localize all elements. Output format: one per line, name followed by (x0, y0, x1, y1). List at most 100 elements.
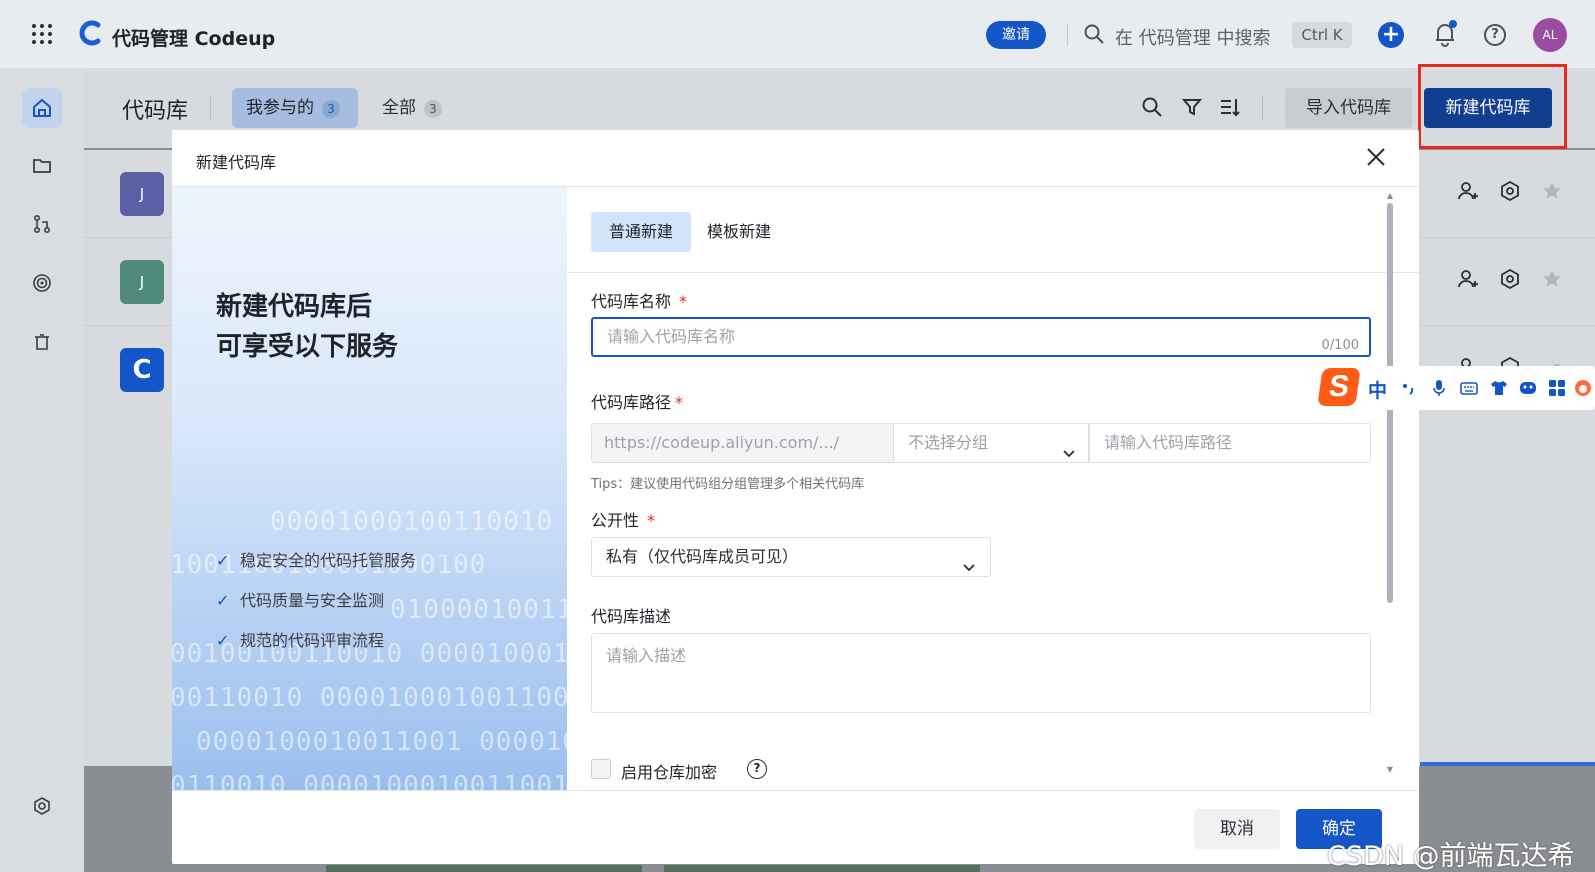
sort-icon[interactable] (1219, 96, 1241, 118)
toolbox-icon[interactable] (1548, 379, 1566, 397)
left-sidebar (0, 68, 84, 872)
description-label: 代码库描述 (591, 607, 672, 626)
app-grid-icon[interactable] (32, 24, 52, 44)
settings-hex-icon[interactable] (32, 796, 52, 816)
check-icon: ✓ (216, 551, 230, 570)
required-mark: * (679, 292, 688, 311)
emoji-icon[interactable] (1519, 379, 1537, 397)
create-mode-tabs: 普通新建 模板新建 (567, 187, 1419, 273)
trash-icon[interactable] (32, 332, 52, 352)
nav-home[interactable] (22, 88, 62, 128)
add-member-icon[interactable] (1457, 268, 1479, 290)
filter-icon[interactable] (1181, 96, 1203, 118)
settings-hex-icon[interactable] (1499, 268, 1521, 290)
repo-avatar: J (120, 172, 164, 216)
repo-avatar: C (120, 348, 164, 392)
tab-count: 3 (424, 100, 442, 118)
label-text: 公开性 (591, 511, 640, 530)
security-scan-icon[interactable] (32, 273, 52, 293)
chevron-down-icon (962, 550, 976, 572)
feature-label: 规范的代码评审流程 (240, 631, 385, 650)
check-icon: ✓ (216, 631, 230, 650)
input-placeholder: 请输入代码库路径 (1104, 433, 1233, 452)
notification-bell-icon[interactable] (1433, 20, 1457, 48)
highlight-box (1418, 64, 1567, 149)
star-icon[interactable] (1541, 180, 1563, 202)
required-mark: * (675, 393, 684, 412)
banner-headline-line1: 新建代码库后 (216, 292, 373, 322)
invite-button[interactable]: 邀请 (986, 21, 1046, 49)
feature-label: 稳定安全的代码托管服务 (240, 551, 417, 570)
row-actions (1457, 268, 1563, 290)
dialog-title: 新建代码库 (196, 153, 277, 172)
global-search-input[interactable]: 在 代码管理 中搜索 (1115, 24, 1270, 50)
repo-name-input[interactable]: 请输入代码库名称 0/100 (591, 317, 1371, 357)
repo-path-input[interactable]: 请输入代码库路径 (1089, 423, 1371, 463)
mascot-icon[interactable] (1574, 379, 1592, 397)
feature-item: ✓ 规范的代码评审流程 (216, 627, 384, 651)
notification-dot (1449, 20, 1457, 28)
encrypt-label: 启用仓库加密 (621, 763, 718, 782)
create-plus-button[interactable]: + (1378, 22, 1404, 48)
select-placeholder: 不选择分组 (908, 433, 989, 452)
microphone-icon[interactable] (1430, 379, 1448, 397)
scroll-down-arrow[interactable]: ▼ (1385, 766, 1395, 774)
group-select[interactable]: 不选择分组 (893, 423, 1089, 463)
help-icon[interactable]: ? (1484, 24, 1506, 46)
encrypt-checkbox[interactable] (591, 759, 611, 779)
repo-name-label: 代码库名称 * (591, 288, 687, 312)
settings-hex-icon[interactable] (1499, 180, 1521, 202)
tab-all[interactable]: 全部 3 (382, 88, 442, 128)
close-icon[interactable] (1365, 146, 1387, 168)
tab-participated[interactable]: 我参与的 3 (232, 88, 358, 128)
description-textarea[interactable]: 请输入描述 (591, 633, 1371, 713)
star-icon[interactable] (1541, 268, 1563, 290)
skin-icon[interactable] (1490, 379, 1508, 397)
ime-mode[interactable]: 中 (1368, 376, 1387, 403)
search-icon[interactable] (1083, 23, 1105, 45)
tab-normal-create[interactable]: 普通新建 (591, 212, 691, 252)
punctuation-icon[interactable] (1400, 379, 1418, 397)
form-pane: 普通新建 模板新建 代码库名称 * 请输入代码库名称 0/100 代码库路径 * h… (567, 187, 1419, 790)
required-mark: * (647, 511, 656, 530)
dialog-header: 新建代码库 (172, 130, 1419, 187)
scroll-up-arrow[interactable]: ▲ (1385, 192, 1395, 200)
shortcut-badge: Ctrl K (1292, 22, 1352, 48)
binary-decoration: 0000100010011001 000010 (196, 727, 567, 757)
path-tips: Tips：建议使用代码组分组管理多个相关代码库 (591, 477, 865, 492)
cancel-button[interactable]: 取消 (1194, 809, 1280, 849)
feature-item: ✓ 代码质量与安全监测 (216, 587, 384, 611)
section-title: 代码库 (122, 99, 189, 124)
visibility-label: 公开性 * (591, 507, 655, 531)
url-prefix: https://codeup.aliyun.com/.../ (591, 423, 893, 463)
app-title: 代码管理 Codeup (112, 28, 276, 50)
feature-item: ✓ 稳定安全的代码托管服务 (216, 547, 416, 571)
visibility-select[interactable]: 私有（仅代码库成员可见） (591, 537, 991, 577)
keyboard-icon[interactable] (1460, 379, 1478, 397)
repo-path-label: 代码库路径 * (591, 389, 683, 413)
binary-decoration: 0110010 0000100010011001 (172, 771, 567, 790)
csdn-watermark: CSDN @前端瓦达希 (1327, 841, 1575, 872)
check-icon: ✓ (216, 591, 230, 610)
textarea-placeholder: 请输入描述 (606, 646, 687, 665)
binary-decoration: 00110010 0000100010011001 (172, 683, 567, 713)
folder-icon[interactable] (32, 156, 52, 176)
chevron-down-icon (1062, 436, 1076, 458)
import-repo-button[interactable]: 导入代码库 (1285, 88, 1412, 128)
tab-label: 全部 (382, 98, 416, 118)
tab-label: 我参与的 (246, 98, 314, 118)
list-search-icon[interactable] (1141, 96, 1163, 118)
label-text: 代码库名称 (591, 292, 672, 311)
input-placeholder: 请输入代码库名称 (607, 327, 736, 346)
user-avatar[interactable]: AL (1533, 18, 1567, 52)
top-bar: 代码管理 Codeup 邀请 在 代码管理 中搜索 Ctrl K + ? AL (0, 0, 1595, 68)
card-strip (326, 865, 642, 872)
add-member-icon[interactable] (1457, 180, 1479, 202)
tab-template-create[interactable]: 模板新建 (707, 212, 771, 252)
label-text: 代码库路径 (591, 393, 672, 412)
help-icon[interactable]: ? (747, 759, 767, 779)
merge-request-icon[interactable] (32, 214, 52, 234)
progress-line (1420, 762, 1595, 766)
tab-count: 3 (322, 100, 340, 118)
binary-decoration: 010000100110010 (390, 595, 567, 625)
